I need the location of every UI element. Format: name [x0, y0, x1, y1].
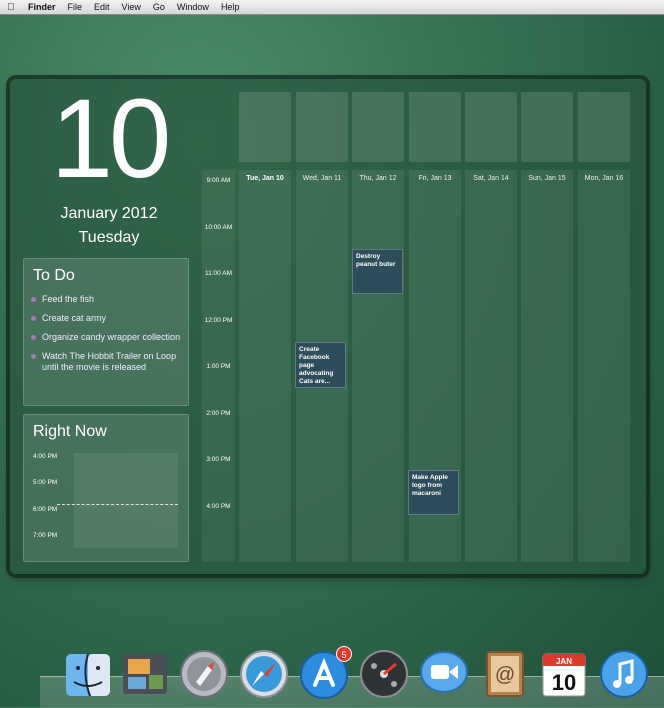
- menu-window[interactable]: Window: [171, 0, 215, 14]
- day-column[interactable]: [239, 170, 291, 562]
- day-column[interactable]: [352, 170, 404, 562]
- weekday: Tuesday: [78, 229, 140, 246]
- menu-edit[interactable]: Edit: [88, 0, 116, 14]
- bullet-icon: [31, 354, 36, 359]
- itunes-icon[interactable]: [598, 648, 650, 700]
- hour-label: 3:00 PM: [206, 456, 231, 463]
- right-now-title: Right Now: [33, 423, 107, 440]
- menu-finder[interactable]: Finder: [22, 0, 62, 14]
- day-column[interactable]: [521, 170, 573, 562]
- todo-title: To Do: [33, 267, 75, 284]
- hour-label: 4:00 PM: [206, 503, 231, 510]
- all-day-cell[interactable]: [352, 92, 404, 162]
- todo-item-label: Feed the fish: [42, 294, 95, 304]
- todo-item-label: Organize candy wrapper collection: [42, 332, 181, 342]
- day-header: Sat, Jan 14: [473, 175, 509, 182]
- all-day-cell[interactable]: [296, 92, 348, 162]
- day-header: Fri, Jan 13: [418, 175, 452, 182]
- facetime-icon[interactable]: [418, 648, 470, 700]
- day-header: Sun, Jan 15: [528, 175, 566, 182]
- right-now-card: Right Now 4:00 PM 5:00 PM 6:00 PM 7:00 P…: [23, 414, 189, 562]
- all-day-cell[interactable]: [521, 92, 573, 162]
- all-day-cell[interactable]: [409, 92, 461, 162]
- time-label: 7:00 PM: [33, 532, 58, 539]
- day-header: Tue, Jan 10: [246, 175, 284, 182]
- launchpad-icon[interactable]: [178, 648, 230, 700]
- svg-text:@: @: [495, 664, 515, 686]
- safari-icon[interactable]: [238, 648, 290, 700]
- calendar-event[interactable]: Create Facebook page advocating Cats are…: [295, 342, 346, 388]
- month-year: January 2012: [60, 205, 158, 222]
- menu-help[interactable]: Help: [215, 0, 246, 14]
- right-now-times: 4:00 PM 5:00 PM 6:00 PM 7:00 PM: [33, 451, 73, 549]
- todo-item[interactable]: Watch The Hobbit Trailer on Loop until t…: [31, 351, 181, 373]
- right-now-schedule: [74, 453, 178, 548]
- iphoto-icon[interactable]: [119, 648, 171, 700]
- menu-view[interactable]: View: [116, 0, 147, 14]
- day-header: Wed, Jan 11: [302, 175, 342, 182]
- day-column[interactable]: [578, 170, 630, 562]
- hour-label: 2:00 PM: [206, 410, 231, 417]
- todo-item-label: Create cat army: [42, 313, 107, 323]
- menu-bar:  Finder File Edit View Go Window Help: [0, 0, 664, 15]
- day-header: Mon, Jan 16: [584, 175, 624, 182]
- address-book-icon[interactable]: @: [479, 648, 531, 700]
- time-label: 4:00 PM: [33, 453, 58, 460]
- dashboard-widget: 10 January 2012 Tuesday To Do Feed the f…: [10, 79, 646, 574]
- hour-label: 10:00 AM: [204, 224, 233, 231]
- hour-column: 9:00 AM 10:00 AM 11:00 AM 12:00 PM 1:00 …: [202, 170, 235, 562]
- all-day-cell[interactable]: [465, 92, 517, 162]
- hour-label: 9:00 AM: [206, 177, 231, 184]
- todo-item[interactable]: Create cat army: [31, 313, 181, 324]
- app-store-badge: 5: [336, 646, 352, 662]
- ical-month: JAN: [556, 657, 572, 666]
- menu-file[interactable]: File: [62, 0, 89, 14]
- hour-label: 1:00 PM: [206, 363, 231, 370]
- hour-label: 11:00 AM: [205, 270, 232, 277]
- calendar-event[interactable]: Destroy peanut buter: [352, 249, 403, 294]
- bullet-icon: [31, 335, 36, 340]
- day-number: 10: [50, 76, 172, 201]
- apple-menu-icon[interactable]: : [0, 2, 22, 13]
- todo-card: To Do Feed the fish Create cat army Orga…: [23, 258, 189, 406]
- time-label: 5:00 PM: [33, 479, 58, 486]
- todo-item-label: Watch The Hobbit Trailer on Loop until t…: [42, 351, 177, 372]
- finder-icon[interactable]: [62, 648, 114, 700]
- ical-icon[interactable]: JAN 10: [538, 648, 590, 700]
- bullet-icon: [31, 297, 36, 302]
- calendar-event[interactable]: Make Apple logo from macaroni: [408, 470, 459, 515]
- ical-day: 10: [552, 670, 576, 695]
- all-day-cell[interactable]: [239, 92, 291, 162]
- dashboard-icon[interactable]: [358, 648, 410, 700]
- all-day-cell[interactable]: [578, 92, 630, 162]
- todo-item[interactable]: Organize candy wrapper collection: [31, 332, 181, 343]
- todo-list: Feed the fish Create cat army Organize c…: [31, 294, 181, 381]
- day-header: Thu, Jan 12: [359, 175, 397, 182]
- bullet-icon: [31, 316, 36, 321]
- hour-label: 12:00 PM: [204, 317, 233, 324]
- time-label: 6:00 PM: [33, 506, 58, 513]
- day-column[interactable]: [465, 170, 517, 562]
- current-time-line: [57, 504, 178, 505]
- todo-item[interactable]: Feed the fish: [31, 294, 181, 305]
- menu-go[interactable]: Go: [147, 0, 171, 14]
